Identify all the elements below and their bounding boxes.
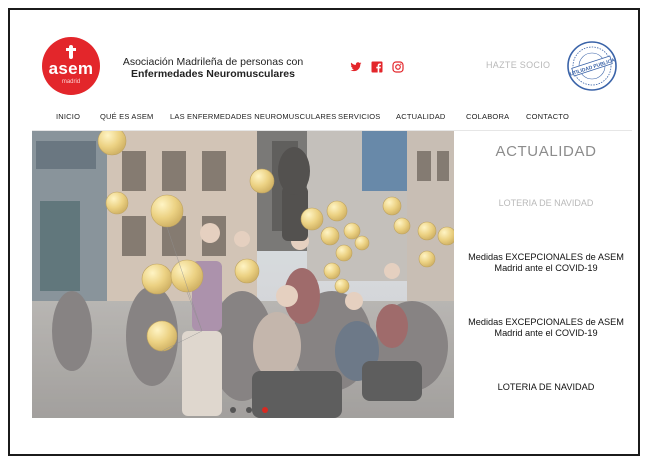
slider-dot-2[interactable] <box>246 407 252 413</box>
browser-frame: asem madrid Asociación Madrileña de pers… <box>8 8 640 456</box>
organization-name: Asociación Madrileña de personas con Enf… <box>108 56 318 80</box>
logo-figure-icon <box>66 45 76 59</box>
news-item-covid-1[interactable]: Medidas EXCEPCIONALES de ASEM Madrid ant… <box>462 252 630 274</box>
nav-item-servicios[interactable]: SERVICIOS <box>338 112 396 121</box>
slider-dot-3-active[interactable] <box>262 407 268 413</box>
logo-subtitle: madrid <box>61 79 81 85</box>
logo-wordmark: asem <box>48 59 94 78</box>
slider-dot-1[interactable] <box>230 407 236 413</box>
asem-logo[interactable]: asem madrid <box>42 37 100 95</box>
sidebar-title: ACTUALIDAD <box>495 143 597 160</box>
nav-item-contacto[interactable]: CONTACTO <box>526 112 586 121</box>
nav-item-enfermedades-neuromusculares[interactable]: LAS ENFERMEDADES NEUROMUSCULARES <box>170 112 338 121</box>
main-navigation: INICIO QUÉ ES ASEM LAS ENFERMEDADES NEUR… <box>56 112 586 121</box>
organization-name-line1: Asociación Madrileña de personas con <box>122 56 304 68</box>
hero-photo <box>32 131 454 418</box>
organization-name-line2: Enfermedades Neuromusculares <box>131 68 295 80</box>
utilidad-publica-seal-icon: UTILIDAD PUBLICA <box>567 41 617 91</box>
news-item-loteria-2[interactable]: LOTERIA DE NAVIDAD <box>462 382 630 393</box>
instagram-icon[interactable] <box>392 61 404 73</box>
slider-dots <box>230 407 268 413</box>
news-item-loteria-1[interactable]: LOTERIA DE NAVIDAD <box>462 198 630 209</box>
news-item-covid-2[interactable]: Medidas EXCEPCIONALES de ASEM Madrid ant… <box>462 317 630 339</box>
nav-item-que-es-asem[interactable]: QUÉ ES ASEM <box>100 112 170 121</box>
nav-item-actualidad[interactable]: ACTUALIDAD <box>396 112 466 121</box>
nav-item-inicio[interactable]: INICIO <box>56 112 100 121</box>
twitter-icon[interactable] <box>350 61 362 73</box>
hazte-socio-link[interactable]: HAZTE SOCIO <box>486 60 550 70</box>
social-links <box>350 61 404 73</box>
facebook-icon[interactable] <box>371 61 383 73</box>
hero-slider[interactable] <box>32 131 454 418</box>
nav-item-colabora[interactable]: COLABORA <box>466 112 526 121</box>
